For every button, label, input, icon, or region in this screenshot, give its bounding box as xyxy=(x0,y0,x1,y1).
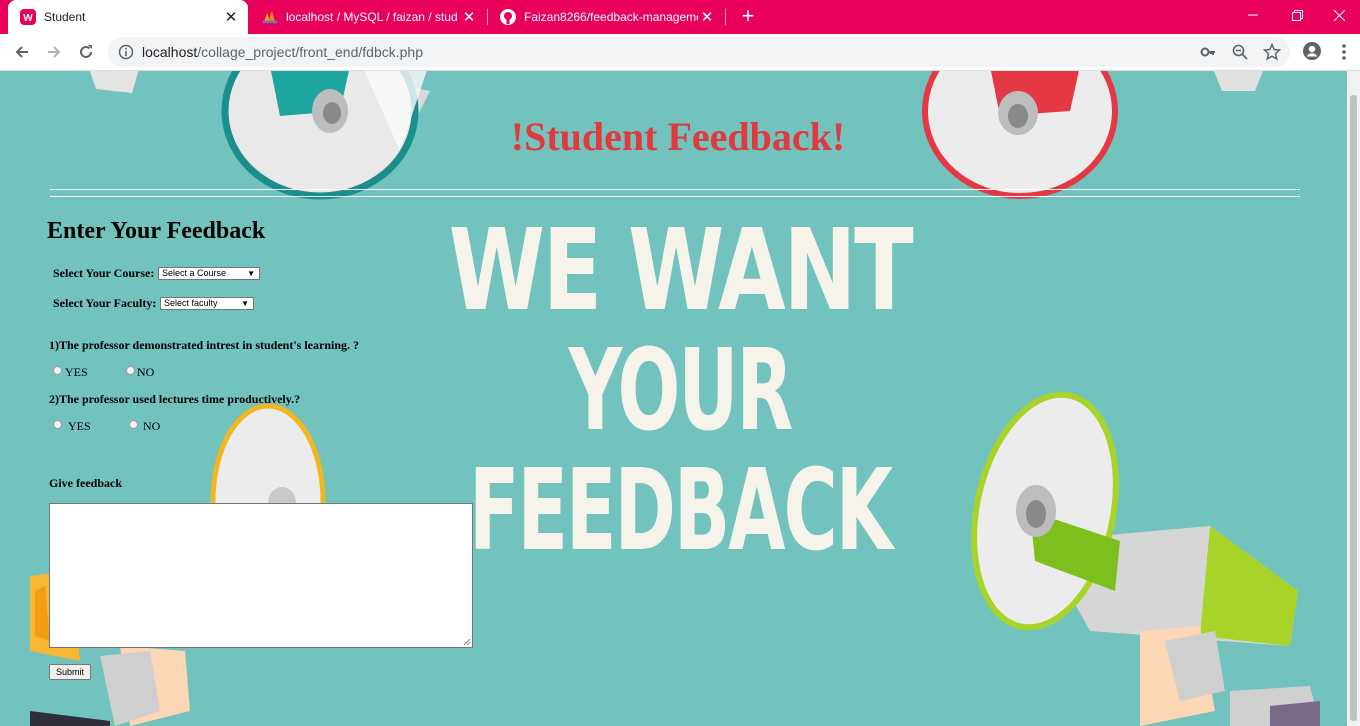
restore-icon[interactable] xyxy=(1274,0,1320,30)
browser-tab-bar: W Student ✕ localhost / MySQL / faizan /… xyxy=(0,0,1360,34)
back-icon[interactable] xyxy=(8,38,36,66)
course-select-value: Select a Course xyxy=(162,268,227,278)
bookmark-star-icon[interactable] xyxy=(1262,42,1282,62)
scrollbar-thumb[interactable] xyxy=(1350,95,1357,721)
hero-line-2: YOUR FEEDBACK xyxy=(468,326,893,576)
key-icon[interactable] xyxy=(1198,42,1218,62)
browser-toolbar: localhost/collage_project/front_end/fdbc… xyxy=(0,34,1360,71)
close-tab-icon[interactable]: ✕ xyxy=(460,8,478,26)
course-label: Select Your Course: xyxy=(53,266,155,280)
q1-no-radio[interactable] xyxy=(126,366,135,375)
q2-no-label: NO xyxy=(143,419,161,433)
page-viewport: WE WANT YOUR FEEDBACK !Student Feedback!… xyxy=(0,71,1347,726)
page-scrollbar[interactable] xyxy=(1347,71,1360,726)
new-tab-icon[interactable]: + xyxy=(736,5,760,29)
q1-yes-label: YES xyxy=(65,365,88,379)
faculty-select[interactable]: Select faculty ▼ xyxy=(160,297,254,310)
q2-yes-radio[interactable] xyxy=(53,420,62,429)
hero-line-1: WE WANT xyxy=(448,206,914,336)
gray-shape-illustration xyxy=(89,71,139,93)
url-text: localhost/collage_project/front_end/fdbc… xyxy=(142,44,423,60)
tab-phpmyadmin[interactable]: localhost / MySQL / faizan / stud ✕ xyxy=(250,0,486,34)
page-title: !Student Feedback! xyxy=(510,114,846,159)
close-tab-icon[interactable]: ✕ xyxy=(698,8,716,26)
feedback-label: Give feedback xyxy=(49,476,122,490)
minimize-icon[interactable] xyxy=(1230,0,1276,30)
tab-title: Faizan8266/feedback-manageme xyxy=(524,10,698,24)
url-host: localhost xyxy=(142,44,198,60)
tab-separator xyxy=(725,9,726,25)
feedback-textarea[interactable] xyxy=(49,503,473,648)
resize-grip-icon[interactable] xyxy=(463,638,471,646)
question-2-text: 2)The professor used lectures time produ… xyxy=(49,392,301,406)
tab-title: Student xyxy=(44,10,86,24)
dropdown-arrow-icon: ▼ xyxy=(241,299,249,308)
zoom-icon[interactable] xyxy=(1230,42,1250,62)
profile-avatar-icon[interactable] xyxy=(1302,41,1324,63)
form-heading: Enter Your Feedback xyxy=(47,218,266,244)
close-window-icon[interactable] xyxy=(1316,0,1360,30)
question-1-text: 1)The professor demonstrated intrest in … xyxy=(49,338,360,352)
close-tab-icon[interactable]: ✕ xyxy=(222,8,240,26)
github-icon xyxy=(500,9,516,25)
faculty-label: Select Your Faculty: xyxy=(53,296,157,310)
course-select[interactable]: Select a Course ▼ xyxy=(158,267,260,280)
info-icon[interactable] xyxy=(118,44,134,60)
tab-github[interactable]: Faizan8266/feedback-manageme ✕ xyxy=(488,0,724,34)
phpmyadmin-icon xyxy=(262,9,278,25)
svg-text:W: W xyxy=(23,13,33,24)
reload-icon[interactable] xyxy=(72,38,100,66)
menu-kebab-icon[interactable] xyxy=(1338,42,1350,62)
wamp-icon: W xyxy=(20,9,36,25)
url-path: /collage_project/front_end/fdbck.php xyxy=(197,44,423,60)
q2-no-radio[interactable] xyxy=(129,420,138,429)
submit-button[interactable]: Submit xyxy=(49,664,91,680)
q1-no-label: NO xyxy=(137,365,155,379)
tab-title: localhost / MySQL / faizan / stud xyxy=(286,10,458,24)
dropdown-arrow-icon: ▼ xyxy=(247,269,255,278)
address-bar[interactable]: localhost/collage_project/front_end/fdbc… xyxy=(108,37,1290,67)
faculty-select-value: Select faculty xyxy=(164,298,218,308)
forward-icon[interactable] xyxy=(40,38,68,66)
tab-student[interactable]: W Student ✕ xyxy=(8,0,248,34)
q2-yes-label: YES xyxy=(68,419,91,433)
q1-yes-radio[interactable] xyxy=(53,366,62,375)
horizontal-divider xyxy=(50,189,1300,197)
